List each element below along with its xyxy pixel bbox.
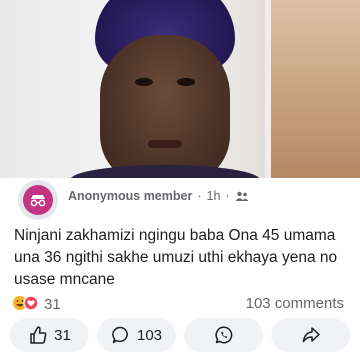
- share-button[interactable]: [271, 318, 350, 352]
- avatar[interactable]: [18, 180, 58, 220]
- shirt: [70, 165, 260, 178]
- reactions-summary[interactable]: 31: [12, 295, 61, 314]
- post-time[interactable]: 1h: [207, 189, 221, 203]
- like-button[interactable]: 31: [10, 318, 89, 352]
- door-frame: [265, 0, 271, 178]
- face: [100, 35, 230, 178]
- comment-button[interactable]: 103: [97, 318, 176, 352]
- video-frame[interactable]: [0, 0, 360, 178]
- post-text: Ninjani zakhamizi ngingu baba Ona 45 uma…: [14, 227, 338, 288]
- share-icon: [301, 325, 321, 345]
- left-eye: [135, 78, 153, 86]
- comment-count: 103: [136, 326, 163, 344]
- author-role[interactable]: Anonymous member: [68, 189, 192, 203]
- speech-bubble-icon: [111, 325, 131, 345]
- reaction-count: 31: [44, 296, 61, 313]
- whatsapp-share-button[interactable]: [184, 318, 263, 352]
- like-count: 31: [54, 326, 71, 344]
- meta-separator: ·: [197, 189, 202, 203]
- haha-love-emoji-icon: [12, 295, 40, 314]
- whatsapp-icon: [214, 325, 234, 345]
- meta-separator-2: ·: [225, 189, 230, 203]
- right-eye: [177, 78, 195, 86]
- comments-count[interactable]: 103 comments: [246, 295, 344, 312]
- thumbs-up-icon: [28, 325, 48, 345]
- incognito-icon: [23, 185, 53, 215]
- mouth: [148, 140, 182, 148]
- background-wall: [270, 0, 360, 178]
- group-icon: [235, 191, 249, 202]
- post-meta: Anonymous member · 1h ·: [68, 189, 249, 203]
- action-bar: 31 103: [10, 318, 350, 354]
